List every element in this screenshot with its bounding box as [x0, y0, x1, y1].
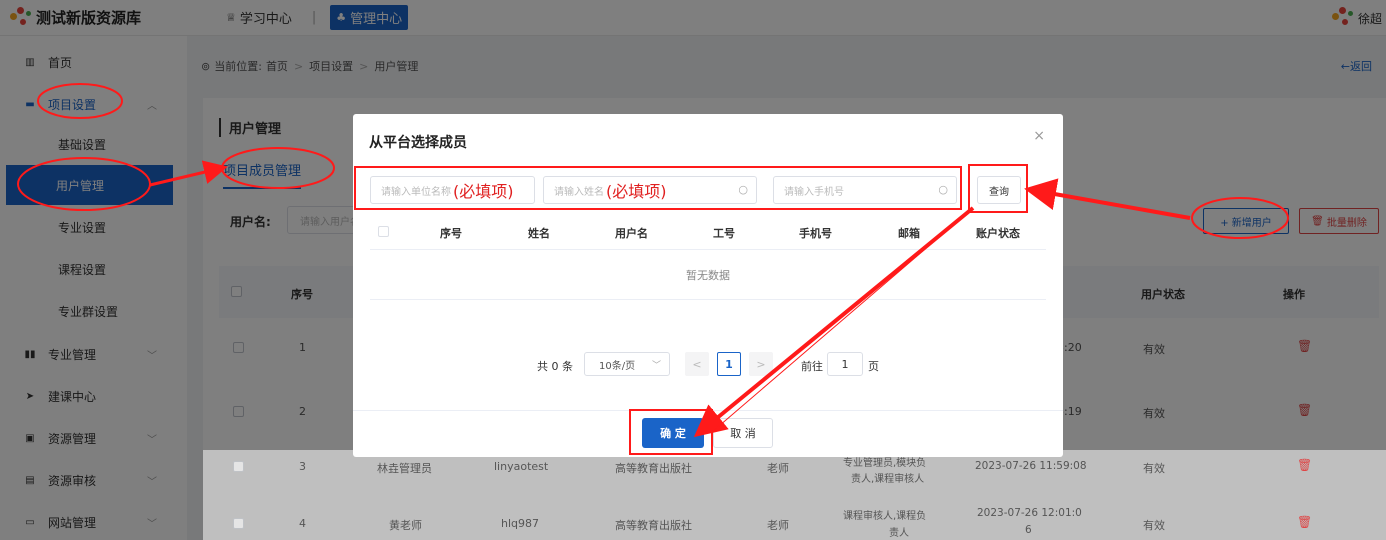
phone-input[interactable]: 请输入手机号 ○: [773, 176, 957, 204]
search-icon: ○: [738, 183, 748, 196]
dialog-title: 从平台选择成员: [369, 135, 467, 151]
dialog-footer-divider: [353, 410, 1063, 411]
page-size-select[interactable]: 10条/页 ﹀: [584, 352, 670, 376]
empty-state: 暂无数据: [370, 250, 1046, 300]
pagination-total: 共 0 条: [537, 360, 573, 373]
select-all-checkbox[interactable]: [378, 226, 389, 237]
delete-icon[interactable]: 🗑: [1297, 458, 1312, 472]
table-row: 4 黄老师 hlq987 高等教育出版社 老师 课程审核人,课程负 责人 202…: [219, 500, 1379, 540]
select-member-dialog: 从平台选择成员 × 请输入单位名称 (必填项) 请输入姓名 (必填项) ○ 请输…: [353, 114, 1063, 457]
delete-icon[interactable]: 🗑: [1297, 515, 1312, 529]
cancel-button[interactable]: 取 消: [713, 418, 773, 448]
row-checkbox[interactable]: [233, 518, 244, 529]
goto-label: 前往: [801, 360, 823, 373]
page-unit-label: 页: [868, 360, 879, 373]
prev-page-button[interactable]: <: [685, 352, 709, 376]
dialog-table-header: 序号 姓名 用户名 工号 手机号 邮箱 账户状态: [370, 214, 1046, 250]
row-checkbox[interactable]: [233, 461, 244, 472]
chevron-down-icon: ﹀: [651, 361, 661, 371]
unit-name-input[interactable]: 请输入单位名称 (必填项): [370, 176, 535, 204]
required-note: (必填项): [606, 182, 667, 201]
page-number-current[interactable]: 1: [717, 352, 741, 376]
query-button[interactable]: 查询: [977, 176, 1021, 204]
next-page-button[interactable]: >: [749, 352, 773, 376]
close-icon[interactable]: ×: [1033, 128, 1045, 144]
required-note: (必填项): [453, 182, 514, 201]
name-input[interactable]: 请输入姓名 (必填项) ○: [543, 176, 757, 204]
page-jump-input[interactable]: 1: [827, 352, 863, 376]
search-icon: ○: [938, 183, 948, 196]
confirm-button[interactable]: 确 定: [642, 418, 704, 448]
